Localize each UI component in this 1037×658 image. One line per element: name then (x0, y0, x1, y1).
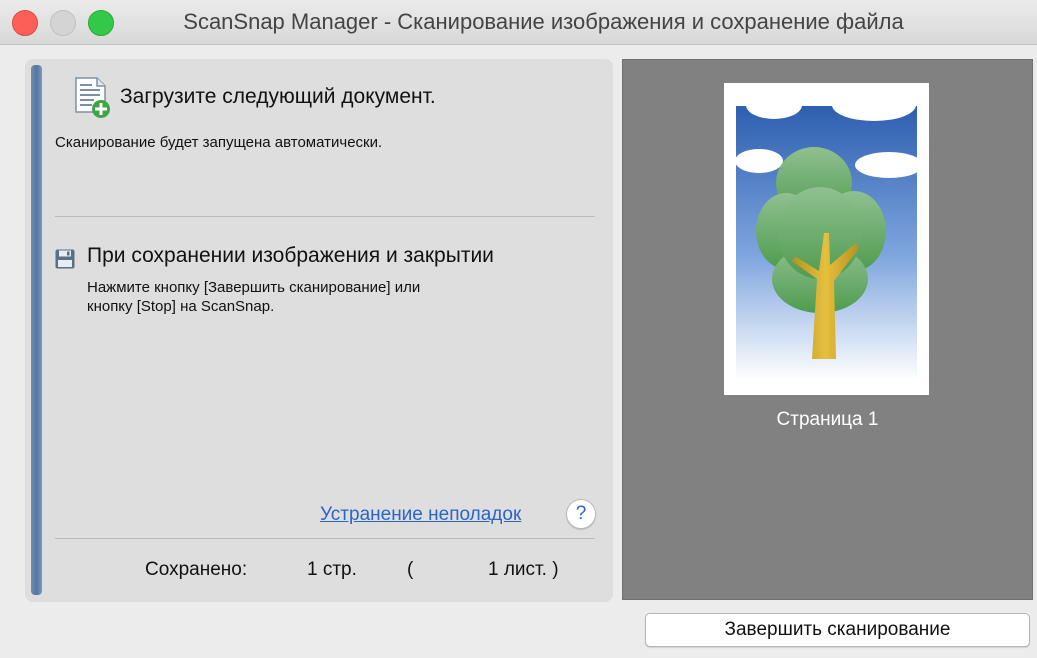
troubleshooting-link[interactable]: Устранение неполадок (320, 504, 521, 526)
saved-label: Сохранено: (145, 559, 248, 580)
saved-open-paren: ( (407, 559, 414, 580)
save-and-close-heading: При сохранении изображения и закрытии (87, 244, 494, 267)
scan-preview-panel: Страница 1 (622, 59, 1033, 600)
finish-scanning-button[interactable]: Завершить сканирование (645, 613, 1030, 647)
load-next-document-heading: Загрузите следующий документ. (120, 85, 436, 108)
saved-sheets-count: 1 лист. ) (488, 559, 559, 580)
progress-stripe (31, 65, 42, 595)
section-divider (55, 216, 595, 217)
page-caption: Страница 1 (776, 409, 879, 430)
instruction-line-2: кнопку [Stop] на ScanSnap. (87, 298, 275, 315)
help-button[interactable]: ? (566, 499, 596, 529)
save-and-close-instructions: Нажмите кнопку [Завершить сканирование] … (87, 278, 420, 316)
floppy-disk-icon (55, 249, 75, 269)
add-document-icon (75, 77, 110, 118)
window-title: ScanSnap Manager - Сканирование изображе… (183, 9, 904, 34)
saved-pages-count: 1 стр. (307, 559, 357, 580)
scanned-page-thumbnail[interactable] (724, 83, 929, 395)
instruction-line-1: Нажмите кнопку [Завершить сканирование] … (87, 279, 421, 296)
tree-image-icon (735, 89, 923, 380)
title-bar: ScanSnap Manager - Сканирование изображе… (0, 0, 1037, 45)
auto-scan-note: Сканирование будет запущена автоматическ… (55, 134, 383, 151)
status-panel: Загрузите следующий документ. Сканирован… (25, 59, 613, 602)
footer-divider (55, 538, 595, 539)
